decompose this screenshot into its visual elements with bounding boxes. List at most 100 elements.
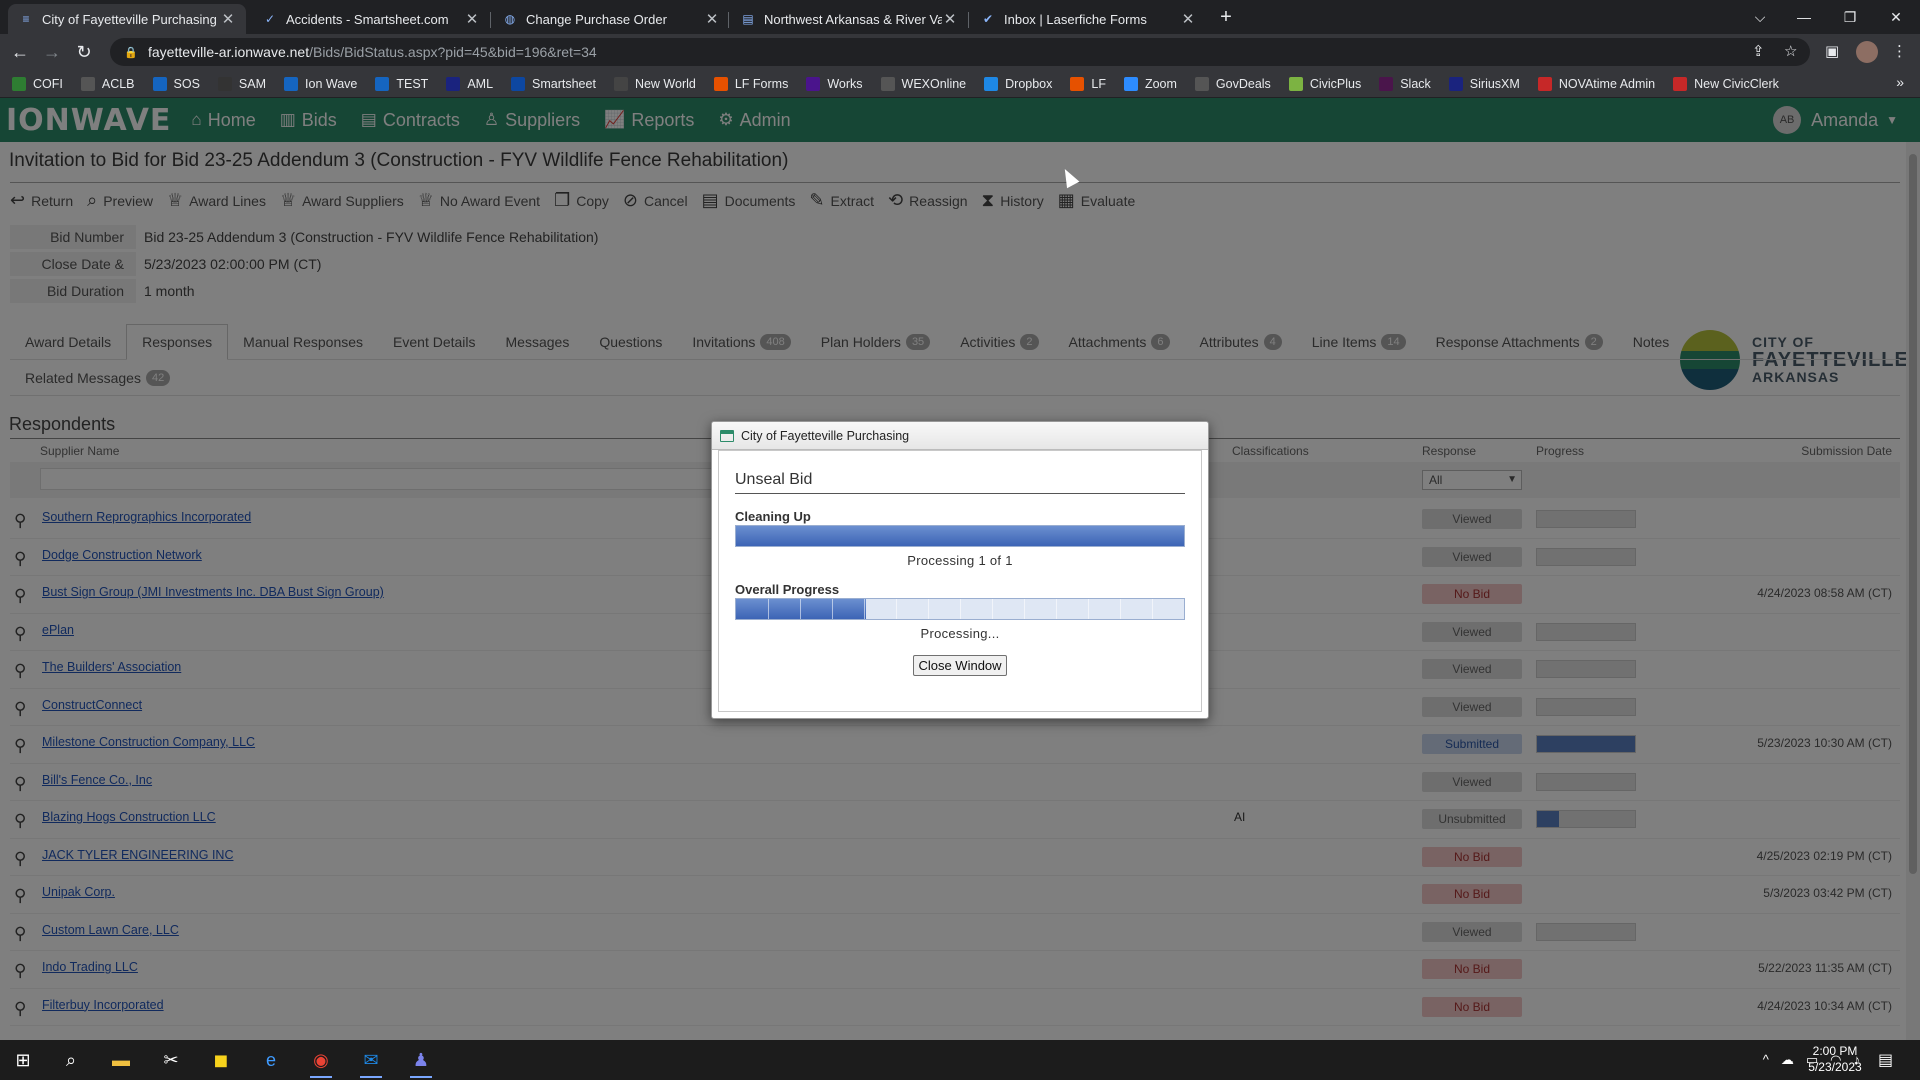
snipping-tool-icon[interactable]: ✂: [156, 1046, 186, 1074]
close-window-button[interactable]: Close Window: [913, 655, 1007, 676]
search-icon[interactable]: ⌕: [56, 1046, 86, 1074]
bookmark-favicon-icon: [713, 76, 728, 91]
bookmark-label: Slack: [1400, 76, 1431, 91]
reload-icon[interactable]: ↻: [72, 40, 96, 64]
bookmark-item[interactable]: Smartsheet: [511, 76, 596, 91]
file-explorer-icon[interactable]: ▬: [106, 1046, 136, 1074]
dialog-titlebar[interactable]: City of Fayetteville Purchasing: [712, 422, 1208, 450]
browser-tab-strip: ≡ City of Fayetteville Purchasing ✕ ✓ Accide…: [0, 0, 1920, 34]
browser-tab[interactable]: ≡ City of Fayetteville Purchasing ✕: [8, 4, 246, 34]
url-input[interactable]: 🔒 fayetteville-ar.ionwave.net/Bids/BidSt…: [110, 38, 1810, 66]
globe-icon: ◍: [504, 12, 516, 26]
bookmark-item[interactable]: WEXOnline: [880, 76, 967, 91]
bookmark-label: LF: [1091, 76, 1106, 91]
bookmark-favicon-icon: [1673, 76, 1688, 91]
unseal-bid-dialog: City of Fayetteville Purchasing Unseal B…: [711, 421, 1209, 719]
tray-chevron-icon[interactable]: ^: [1763, 1052, 1769, 1068]
sticky-notes-icon[interactable]: ◼: [206, 1046, 236, 1074]
step-note: Processing 1 of 1: [907, 553, 1013, 568]
restore-icon[interactable]: ❐: [1830, 4, 1870, 30]
bookmark-item[interactable]: Works: [806, 76, 863, 91]
profile-avatar[interactable]: [1856, 41, 1878, 63]
chrome-icon[interactable]: ◉: [306, 1046, 336, 1078]
bookmark-favicon-icon: [613, 76, 628, 91]
browser-tab[interactable]: ▤ Northwest Arkansas & River Vall ✕: [730, 4, 968, 34]
tab-separator: [490, 12, 491, 28]
progress-segment-divider: [768, 599, 769, 619]
url-text: fayetteville-ar.ionwave.net/Bids/BidStat…: [148, 44, 597, 60]
browser-tab[interactable]: ✔ Inbox | Laserfiche Forms ✕: [970, 4, 1206, 34]
bookmark-item[interactable]: Dropbox: [984, 76, 1052, 91]
back-icon[interactable]: ←: [8, 40, 32, 64]
bookmark-item[interactable]: Slack: [1379, 76, 1431, 91]
bookmark-favicon-icon: [1123, 76, 1138, 91]
share-icon[interactable]: ⇪: [1752, 42, 1765, 60]
smartsheet-icon: ✓: [264, 12, 276, 26]
bookmark-label: GovDeals: [1215, 76, 1271, 91]
bookmark-item[interactable]: LF Forms: [713, 76, 788, 91]
menu-icon[interactable]: ⋮: [1892, 42, 1907, 60]
bookmark-item[interactable]: ACLB: [80, 76, 135, 91]
bookmark-item[interactable]: SiriusXM: [1448, 76, 1520, 91]
tab-title: City of Fayetteville Purchasing: [42, 11, 217, 27]
progress-segment-divider: [992, 599, 993, 619]
close-window-icon[interactable]: ✕: [1876, 4, 1916, 30]
close-tab-icon[interactable]: ✕: [464, 10, 480, 28]
bookmark-favicon-icon: [984, 76, 999, 91]
bookmark-item[interactable]: New World: [613, 76, 696, 91]
tab-separator: [968, 12, 969, 28]
progress-segment-divider: [1087, 599, 1089, 619]
new-tab-button[interactable]: +: [1214, 6, 1238, 30]
step-progress-fill: [736, 526, 1184, 546]
notification-icon[interactable]: ▤: [1878, 1050, 1893, 1070]
start-icon[interactable]: ⊞: [8, 1046, 38, 1074]
lock-icon: 🔒: [124, 46, 138, 59]
bookmark-favicon-icon: [152, 76, 167, 91]
bookmark-label: SOS: [173, 76, 200, 91]
bookmark-item[interactable]: GovDeals: [1194, 76, 1271, 91]
bookmark-label: SAM: [238, 76, 267, 91]
teams-icon[interactable]: ♟: [406, 1046, 436, 1078]
bookmark-item[interactable]: SAM: [217, 76, 267, 91]
bookmark-star-icon[interactable]: ☆: [1784, 42, 1797, 60]
windows-taskbar: ⊞ ⌕ ▬ ✂ ◼ e ◉ ✉ ♟ ^ ☁ ▭ ◠ ♪ 2:00 PM 5/23…: [0, 1040, 1920, 1080]
close-tab-icon[interactable]: ✕: [1180, 10, 1196, 28]
close-tab-icon[interactable]: ✕: [704, 10, 720, 28]
bookmark-label: NOVAtime Admin: [1558, 76, 1656, 91]
side-panel-icon[interactable]: ▣: [1825, 42, 1839, 60]
tab-title: Inbox | Laserfiche Forms: [1004, 11, 1147, 27]
bookmark-item[interactable]: SOS: [152, 76, 200, 91]
bookmarks-more-icon[interactable]: »: [1896, 74, 1904, 90]
browser-tab[interactable]: ◍ Change Purchase Order ✕: [492, 4, 730, 34]
bookmark-favicon-icon: [1379, 76, 1394, 91]
bookmark-favicon-icon: [1194, 76, 1209, 91]
bookmark-label: TEST: [396, 76, 429, 91]
bookmark-item[interactable]: TEST: [375, 76, 429, 91]
bookmark-favicon-icon: [284, 76, 299, 91]
bookmark-item[interactable]: LF: [1070, 76, 1106, 91]
overall-note: Processing...: [920, 626, 1000, 641]
browser-tab[interactable]: ✓ Accidents - Smartsheet.com ✕: [252, 4, 490, 34]
bookmark-item[interactable]: Ion Wave: [284, 76, 357, 91]
bookmark-item[interactable]: NOVAtime Admin: [1537, 76, 1656, 91]
bookmark-label: CivicPlus: [1309, 76, 1362, 91]
bookmark-item[interactable]: COFI: [12, 76, 63, 91]
onedrive-icon[interactable]: ☁: [1781, 1052, 1794, 1068]
bookmark-favicon-icon: [80, 76, 95, 91]
tab-search-icon[interactable]: ⌵: [1740, 4, 1780, 30]
close-tab-icon[interactable]: ✕: [220, 10, 236, 28]
bookmark-item[interactable]: AML: [446, 76, 493, 91]
internet-explorer-icon[interactable]: e: [256, 1046, 286, 1074]
bookmark-item[interactable]: CivicPlus: [1288, 76, 1362, 91]
close-tab-icon[interactable]: ✕: [942, 10, 958, 28]
taskbar-clock[interactable]: 2:00 PM 5/23/2023: [1800, 1043, 1870, 1075]
forward-icon[interactable]: →: [40, 40, 64, 64]
bookmark-item[interactable]: Zoom: [1123, 76, 1177, 91]
minimize-icon[interactable]: —: [1784, 4, 1824, 30]
bookmark-favicon-icon: [511, 76, 526, 91]
bookmark-label: WEXOnline: [901, 76, 967, 91]
outlook-icon[interactable]: ✉: [356, 1046, 386, 1078]
doc-icon: ▤: [742, 12, 754, 26]
bookmark-label: Works: [827, 76, 863, 91]
bookmark-item[interactable]: New CivicClerk: [1673, 76, 1779, 91]
